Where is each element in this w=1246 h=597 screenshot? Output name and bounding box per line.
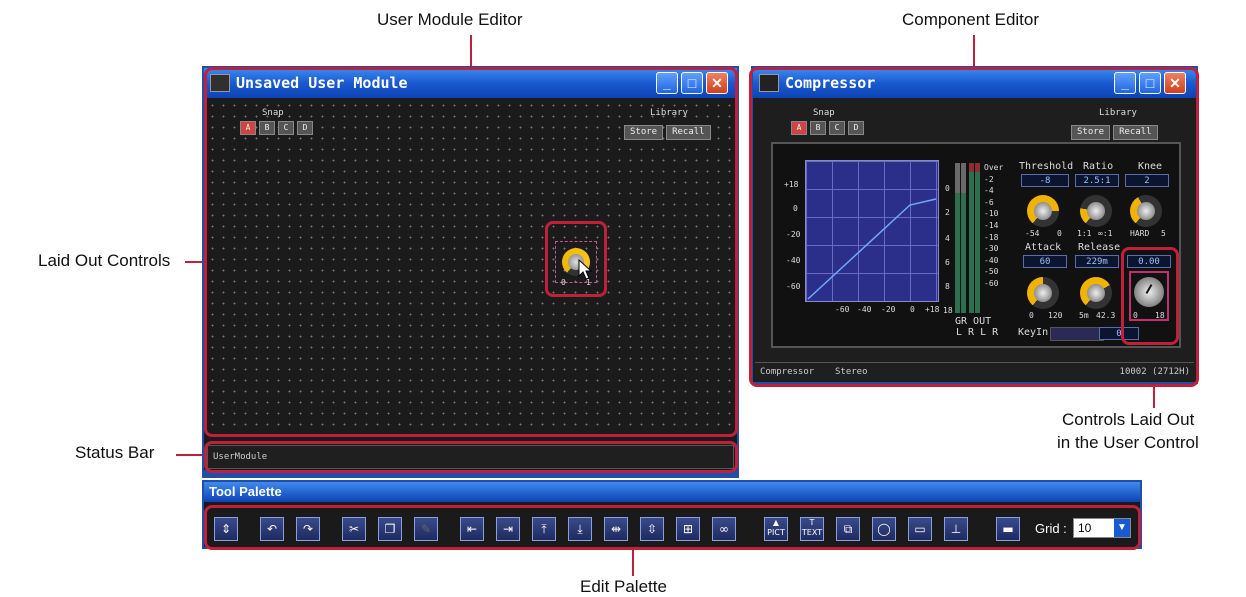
- frame-icon[interactable]: ⧉: [836, 517, 860, 541]
- paste-icon[interactable]: ✎: [414, 517, 438, 541]
- callout-user-module-editor: User Module Editor: [377, 10, 523, 29]
- button-tool-icon[interactable]: ▬: [996, 517, 1020, 541]
- text-label: TEXT: [801, 528, 823, 537]
- cut-icon[interactable]: ✂: [342, 517, 366, 541]
- grid-value: 10: [1078, 521, 1092, 535]
- link-icon[interactable]: ∞: [712, 517, 736, 541]
- align-top-icon[interactable]: ⤒: [532, 517, 556, 541]
- callout-controls-laid-out-1: Controls Laid Out: [1062, 410, 1195, 429]
- callout-component-editor: Component Editor: [902, 10, 1040, 29]
- text-icon[interactable]: T TEXT: [800, 517, 824, 541]
- align-bottom-icon[interactable]: ⤓: [568, 517, 592, 541]
- highlight-user-module: [204, 67, 738, 437]
- distribute-vertical-icon[interactable]: ⇳: [640, 517, 664, 541]
- callout-controls-laid-out-2: in the User Control: [1057, 433, 1199, 452]
- resize-icon[interactable]: ⇕: [214, 517, 238, 541]
- panel-icon[interactable]: ▭: [908, 517, 932, 541]
- highlight-controls-laid-out: [1121, 247, 1179, 345]
- highlight-laid-out-controls: [545, 221, 607, 297]
- tool-palette-titlebar[interactable]: Tool Palette: [204, 482, 1140, 502]
- callout-line-status: [176, 454, 205, 456]
- align-right-icon[interactable]: ⇥: [496, 517, 520, 541]
- callout-line-user-module: [470, 35, 472, 67]
- ellipse-icon[interactable]: ◯: [872, 517, 896, 541]
- highlight-status-bar: [204, 441, 738, 473]
- pict-label: PICT: [767, 528, 785, 537]
- picture-icon[interactable]: ▲ PICT: [764, 517, 788, 541]
- callout-laid-out-controls: Laid Out Controls: [38, 251, 171, 270]
- callout-status-bar: Status Bar: [75, 443, 155, 462]
- tool-palette-title: Tool Palette: [209, 484, 282, 499]
- parameter-icon[interactable]: ⊥: [944, 517, 968, 541]
- center-icon[interactable]: ⊞: [676, 517, 700, 541]
- align-left-icon[interactable]: ⇤: [460, 517, 484, 541]
- chevron-down-icon[interactable]: ▼: [1114, 519, 1130, 537]
- distribute-horizontal-icon[interactable]: ⇹: [604, 517, 628, 541]
- grid-label: Grid :: [1035, 521, 1067, 536]
- callout-line-component: [973, 35, 975, 67]
- copy-icon[interactable]: ❐: [378, 517, 402, 541]
- undo-icon[interactable]: ↶: [260, 517, 284, 541]
- callout-edit-palette: Edit Palette: [580, 577, 667, 596]
- callout-line-edit-palette: [632, 550, 634, 576]
- redo-icon[interactable]: ↷: [296, 517, 320, 541]
- grid-select[interactable]: 10 ▼: [1073, 518, 1131, 538]
